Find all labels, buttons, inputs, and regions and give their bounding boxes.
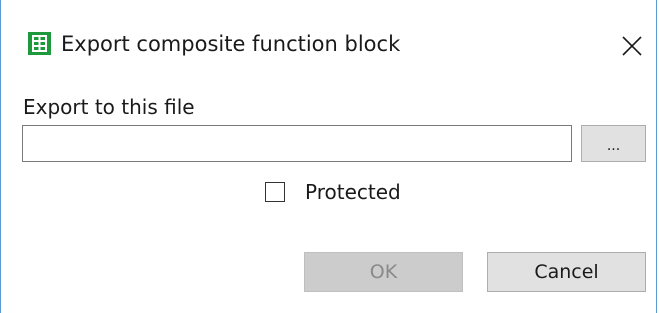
cancel-button[interactable]: Cancel [487, 252, 646, 292]
export-dialog: Export composite function block Export t… [0, 0, 657, 313]
protected-checkbox[interactable] [265, 182, 285, 202]
dialog-title: Export composite function block [61, 32, 401, 56]
protected-label: Protected [305, 180, 401, 204]
close-icon [622, 36, 642, 56]
close-button[interactable] [615, 28, 649, 62]
export-file-input[interactable] [22, 125, 572, 162]
ok-button[interactable]: OK [304, 252, 463, 292]
export-file-label: Export to this file [23, 95, 195, 119]
protected-checkbox-row[interactable]: Protected [265, 178, 401, 206]
spreadsheet-icon [28, 32, 51, 55]
browse-button[interactable]: ... [581, 125, 646, 162]
